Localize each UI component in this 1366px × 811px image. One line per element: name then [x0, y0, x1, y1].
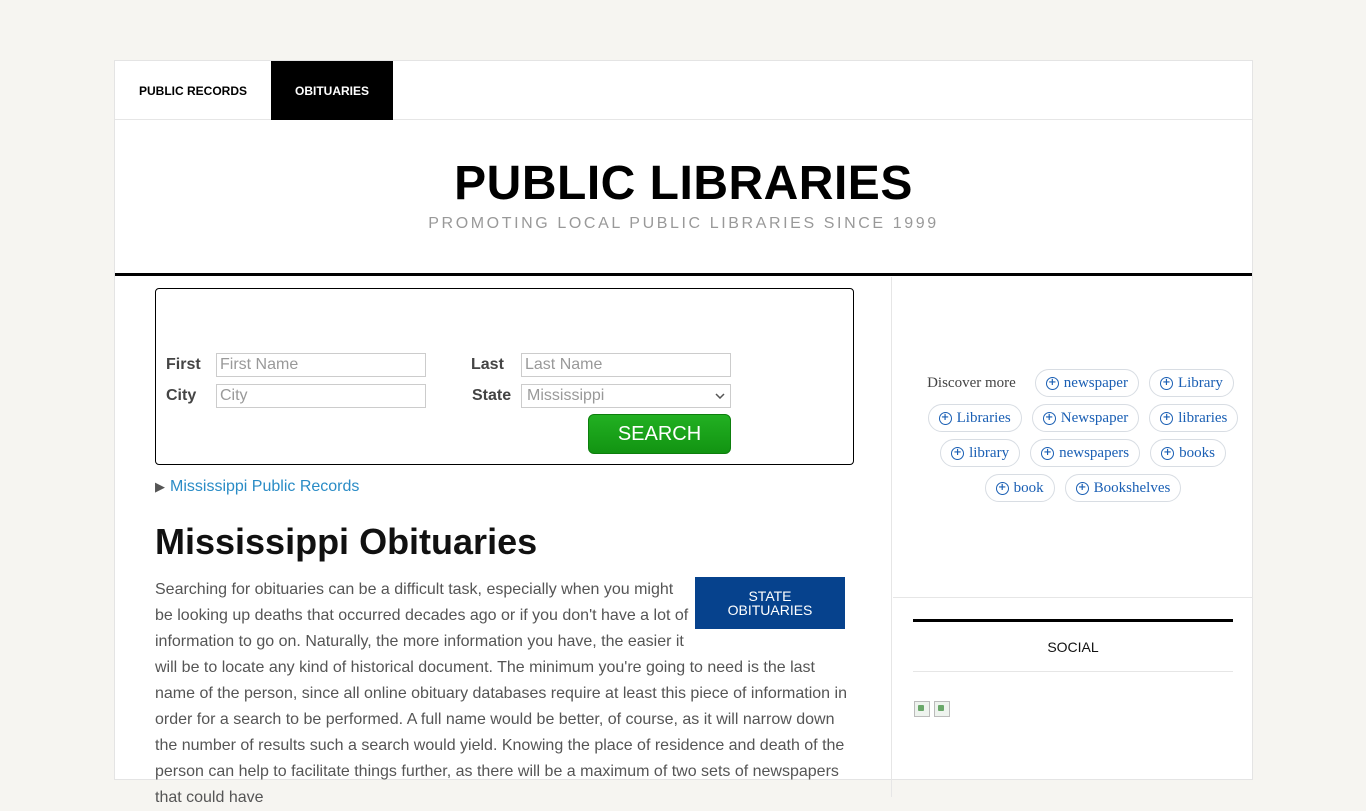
plus-circle-icon: + — [1161, 446, 1175, 460]
plus-circle-icon: + — [1159, 376, 1173, 390]
plus-circle-icon: + — [938, 411, 952, 425]
chip-label: book — [1013, 479, 1044, 496]
main-content: First Last City State Mississippi SEARCH — [115, 277, 892, 806]
plus-circle-icon: + — [995, 481, 1009, 495]
chip-label: Newspaper — [1060, 409, 1129, 426]
chip-label: newspaper — [1063, 374, 1128, 391]
first-name-label: First — [166, 356, 201, 373]
plus-circle-icon: + — [951, 446, 965, 460]
chip-label: Library — [1177, 374, 1223, 391]
public-records-link[interactable]: ▶ Mississippi Public Records — [155, 478, 359, 496]
plus-circle-icon: + — [1075, 481, 1089, 495]
state-selected-value: Mississippi — [527, 387, 605, 404]
chevron-down-icon — [715, 393, 725, 399]
last-name-row: Last — [471, 353, 731, 377]
search-button[interactable]: SEARCH — [588, 414, 731, 454]
state-obituaries-line2: OBITUARIES — [727, 602, 813, 618]
chip-label: books — [1179, 444, 1215, 461]
discover-more-label: Discover more — [927, 374, 1016, 391]
chip-libraries-lower[interactable]: + libraries — [1149, 404, 1239, 432]
sidebar: Discover more + newspaper + Library + Libra… — [893, 277, 1253, 797]
chip-book[interactable]: + book — [984, 474, 1055, 502]
chip-row-1: Discover more + newspaper + Library — [921, 369, 1245, 397]
obituary-search-form: First Last City State Mississippi SEARCH — [155, 288, 854, 465]
chip-newspapers[interactable]: + newspapers — [1030, 439, 1141, 467]
chip-label: Bookshelves — [1093, 479, 1171, 496]
discover-more-widget: Discover more + newspaper + Library + Libra… — [921, 369, 1245, 509]
nav-public-records[interactable]: PUBLIC RECORDS — [115, 61, 271, 120]
chip-bookshelves[interactable]: + Bookshelves — [1064, 474, 1182, 502]
first-name-input[interactable] — [216, 353, 426, 377]
sidebar-divider — [893, 597, 1253, 598]
chip-library-lower[interactable]: + library — [940, 439, 1021, 467]
triangle-right-icon: ▶ — [155, 479, 165, 494]
social-heading: SOCIAL — [913, 619, 1233, 672]
article-body: STATE OBITUARIES Searching for obituarie… — [155, 577, 855, 811]
site-title[interactable]: PUBLIC LIBRARIES — [115, 120, 1252, 211]
city-label: City — [166, 387, 197, 404]
chip-label: Libraries — [956, 409, 1011, 426]
chip-label: library — [969, 444, 1010, 461]
chip-label: libraries — [1178, 409, 1228, 426]
plus-circle-icon: + — [1042, 411, 1056, 425]
social-image-icon[interactable] — [914, 701, 930, 717]
chip-row-2: + Libraries + Newspaper + libraries — [921, 404, 1245, 432]
public-records-link-text[interactable]: Mississippi Public Records — [170, 478, 359, 496]
chip-label: newspapers — [1059, 444, 1130, 461]
chip-row-4: + book + Bookshelves — [921, 474, 1245, 502]
plus-circle-icon: + — [1041, 446, 1055, 460]
plus-circle-icon: + — [1045, 376, 1059, 390]
first-name-row: First — [166, 353, 426, 377]
plus-circle-icon: + — [1160, 411, 1174, 425]
city-input[interactable] — [216, 384, 426, 408]
state-obituaries-button[interactable]: STATE OBITUARIES — [695, 577, 845, 629]
state-obituaries-line1: STATE — [748, 588, 792, 604]
chip-library[interactable]: + Library — [1148, 369, 1234, 397]
chip-newspaper[interactable]: + newspaper — [1034, 369, 1139, 397]
social-image-icon[interactable] — [934, 701, 950, 717]
state-select[interactable]: Mississippi — [521, 384, 731, 408]
nav-obituaries[interactable]: OBITUARIES — [271, 61, 393, 120]
page-wrapper: PUBLIC RECORDS OBITUARIES PUBLIC LIBRARI… — [114, 60, 1253, 806]
masthead: PUBLIC LIBRARIES PROMOTING LOCAL PUBLIC … — [115, 120, 1252, 276]
chip-books[interactable]: + books — [1150, 439, 1226, 467]
last-name-label: Last — [471, 356, 504, 373]
social-icons — [914, 701, 950, 717]
chip-newspaper-cap[interactable]: + Newspaper — [1031, 404, 1140, 432]
top-navigation: PUBLIC RECORDS OBITUARIES — [115, 61, 1252, 120]
last-name-input[interactable] — [521, 353, 731, 377]
chip-row-3: + library + newspapers + books — [921, 439, 1245, 467]
city-row: City — [166, 384, 426, 408]
chip-libraries[interactable]: + Libraries — [927, 404, 1022, 432]
state-label: State — [472, 387, 512, 404]
page-title: Mississippi Obituaries — [155, 521, 538, 562]
site-tagline: PROMOTING LOCAL PUBLIC LIBRARIES SINCE 1… — [428, 215, 939, 232]
state-row: State Mississippi — [472, 384, 731, 408]
